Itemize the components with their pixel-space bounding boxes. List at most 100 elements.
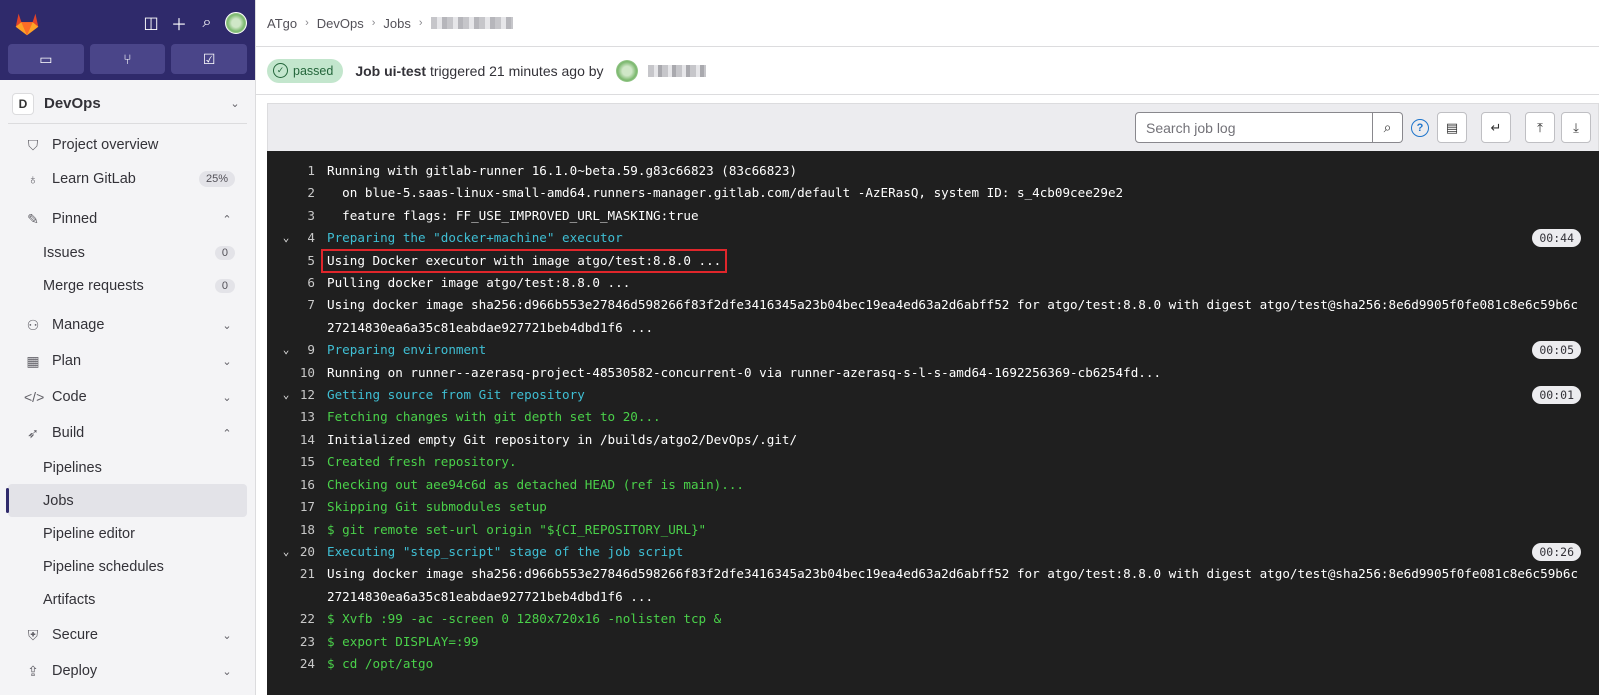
code-icon: </> [24, 389, 45, 405]
sidebar-section-plan[interactable]: ▦ Plan ⌄ [8, 344, 247, 378]
sidebar-toggle-icon[interactable]: ◫ [137, 9, 165, 37]
sidebar-item-project-overview[interactable]: ⛉ Project overview [8, 128, 247, 162]
log-line-number[interactable]: 15 [267, 451, 327, 473]
chevron-down-icon[interactable]: ⌄ [279, 384, 293, 406]
breadcrumb-item-project[interactable]: DevOps [317, 16, 364, 31]
scroll-to-top-button[interactable]: ⤒ [1525, 112, 1555, 143]
todo-check-icon: ☑ [202, 50, 216, 67]
sidebar-section-secure[interactable]: ⛨ Secure ⌄ [8, 618, 247, 652]
log-line-number[interactable]: 2 [267, 182, 327, 204]
project-avatar: D [12, 92, 34, 115]
log-line-number[interactable]: 20 [267, 541, 327, 563]
chevron-down-icon: ⌄ [222, 629, 232, 642]
project-switcher[interactable]: D DevOps ⌄ [8, 84, 247, 124]
log-line-text: Created fresh repository. [327, 454, 517, 470]
log-section-header[interactable]: ⌄ 12 Getting source from Git repository 00:… [267, 384, 1599, 406]
breadcrumb-item-group[interactable]: ATgo [267, 16, 297, 31]
sidebar-item-jobs[interactable]: Jobs [6, 484, 247, 517]
log-line: 2 on blue-5.saas-linux-small-amd64.runne… [267, 182, 1599, 204]
log-section-header[interactable]: ⌄ 9 Preparing environment 00:05 [267, 339, 1599, 361]
chevron-down-icon[interactable]: ⌄ [279, 541, 293, 563]
log-line-text: Using docker image sha256:d966b553e27846… [327, 566, 1579, 604]
log-line-number[interactable]: 12 [267, 384, 327, 406]
log-line-number[interactable]: 14 [267, 429, 327, 451]
chevron-down-icon: ⌄ [222, 355, 232, 368]
sidebar-section-code[interactable]: </> Code ⌄ [8, 380, 247, 414]
job-log-toolbar: ⌕ ? ▤ ↵ ⤒ ⤓ [267, 103, 1599, 151]
user-avatar[interactable] [225, 12, 247, 34]
sidebar-section-label: Manage [52, 317, 105, 333]
log-line: 23 $ export DISPLAY=:99 [267, 631, 1599, 653]
log-line-number[interactable]: 24 [267, 653, 327, 675]
search-button[interactable]: ⌕ [1373, 112, 1403, 143]
sidebar-section-deploy[interactable]: ⇪ Deploy ⌄ [8, 654, 247, 688]
scroll-to-bottom-button[interactable]: ⤓ [1561, 112, 1591, 143]
sidebar-section-manage[interactable]: ⚇ Manage ⌄ [8, 308, 247, 342]
log-line-number[interactable]: 5 [267, 250, 327, 272]
log-line-number[interactable]: 21 [267, 563, 327, 608]
sidebar-section-label: Pinned [52, 211, 98, 227]
status-badge[interactable]: ✓ passed [267, 58, 344, 83]
rocket-icon: ➶ [27, 424, 39, 441]
chevron-down-icon[interactable]: ⌄ [279, 339, 293, 361]
sidebar-section-build[interactable]: ➶ Build ⌃ [8, 416, 247, 450]
log-line-number[interactable]: 7 [267, 294, 327, 339]
breadcrumb-item-redacted[interactable] [430, 17, 513, 29]
log-line-text: $ git remote set-url origin "${CI_REPOSI… [327, 521, 707, 537]
sidebar-section-label: Deploy [52, 663, 98, 679]
log-section-header[interactable]: ⌄ 20 Executing "step_script" stage of the … [267, 541, 1599, 563]
question-icon[interactable]: ? [1411, 118, 1429, 137]
merge-request-icon: ⑂ [123, 51, 132, 67]
toggle-line-wrap-button[interactable]: ↵ [1481, 112, 1511, 143]
sidebar-item-issues[interactable]: Issues 0 [8, 236, 247, 269]
issues-shortcut-button[interactable]: ▭ [8, 44, 84, 74]
scroll-up-icon: ⤒ [1537, 119, 1543, 135]
deploy-icon: ⇪ [27, 662, 39, 679]
log-line-text: $ export DISPLAY=:99 [327, 633, 479, 649]
gitlab-logo-icon[interactable] [12, 8, 42, 38]
chevron-down-icon: ⌄ [222, 665, 232, 678]
search-job-log-input[interactable] [1135, 112, 1373, 143]
log-line-number[interactable]: 17 [267, 496, 327, 518]
users-icon: ⚇ [26, 316, 40, 333]
search-icon[interactable]: ⌕ [193, 9, 221, 37]
sidebar-item-pipeline-editor[interactable]: Pipeline editor [8, 517, 247, 550]
trigger-user-name-redacted[interactable] [647, 64, 706, 77]
sidebar-item-artifacts[interactable]: Artifacts [8, 583, 247, 616]
chevron-down-icon[interactable]: ⌄ [279, 227, 293, 249]
document-icon: ▤ [1445, 119, 1459, 135]
breadcrumb-item-jobs[interactable]: Jobs [383, 16, 410, 31]
log-line-text: Running on runner--azerasq-project-48530… [327, 364, 1162, 380]
log-line-number[interactable]: 6 [267, 272, 327, 294]
sidebar-item-learn-gitlab[interactable]: ♁ Learn GitLab 25% [8, 162, 247, 196]
log-line-number[interactable]: 22 [267, 608, 327, 630]
show-raw-log-button[interactable]: ▤ [1437, 112, 1467, 143]
sidebar: ◫ ＋ ⌕ ▭ ⑂ ☑ D DevOps ⌄ ⛉ Project overvie… [0, 0, 256, 695]
job-meta: triggered 21 minutes ago by [429, 62, 604, 79]
log-line-number[interactable]: 18 [267, 519, 327, 541]
log-line-text: Using Docker executor with image atgo/te… [327, 252, 722, 268]
sidebar-section-label: Code [52, 389, 87, 405]
plus-icon[interactable]: ＋ [165, 9, 193, 37]
sidebar-item-merge-requests[interactable]: Merge requests 0 [8, 269, 247, 302]
log-line-number[interactable]: 9 [267, 339, 327, 361]
log-line-number[interactable]: 4 [267, 227, 327, 249]
todos-shortcut-button[interactable]: ☑ [171, 44, 248, 74]
log-line: 1 Running with gitlab-runner 16.1.0~beta.… [267, 160, 1599, 182]
log-line-text: Getting source from Git repository [327, 387, 585, 403]
merge-requests-shortcut-button[interactable]: ⑂ [89, 44, 166, 74]
log-line: 22 $ Xvfb :99 -ac -screen 0 1280x720x16 -… [267, 608, 1599, 630]
sidebar-item-pipeline-schedules[interactable]: Pipeline schedules [8, 550, 247, 583]
sidebar-item-pipelines[interactable]: Pipelines [8, 451, 247, 484]
sidebar-section-label: Build [52, 425, 85, 441]
log-line-number[interactable]: 13 [267, 406, 327, 428]
log-line-number[interactable]: 10 [267, 362, 327, 384]
log-line-number[interactable]: 3 [267, 205, 327, 227]
log-section-header[interactable]: ⌄ 4 Preparing the "docker+machine" executo… [267, 227, 1599, 249]
log-line-number[interactable]: 1 [267, 160, 327, 182]
sidebar-section-pinned[interactable]: ✎ Pinned ⌃ [8, 202, 247, 236]
log-line-number[interactable]: 23 [267, 631, 327, 653]
log-line-text: $ Xvfb :99 -ac -screen 0 1280x720x16 -no… [327, 611, 722, 627]
trigger-user-avatar[interactable] [615, 59, 638, 82]
log-line-number[interactable]: 16 [267, 474, 327, 496]
